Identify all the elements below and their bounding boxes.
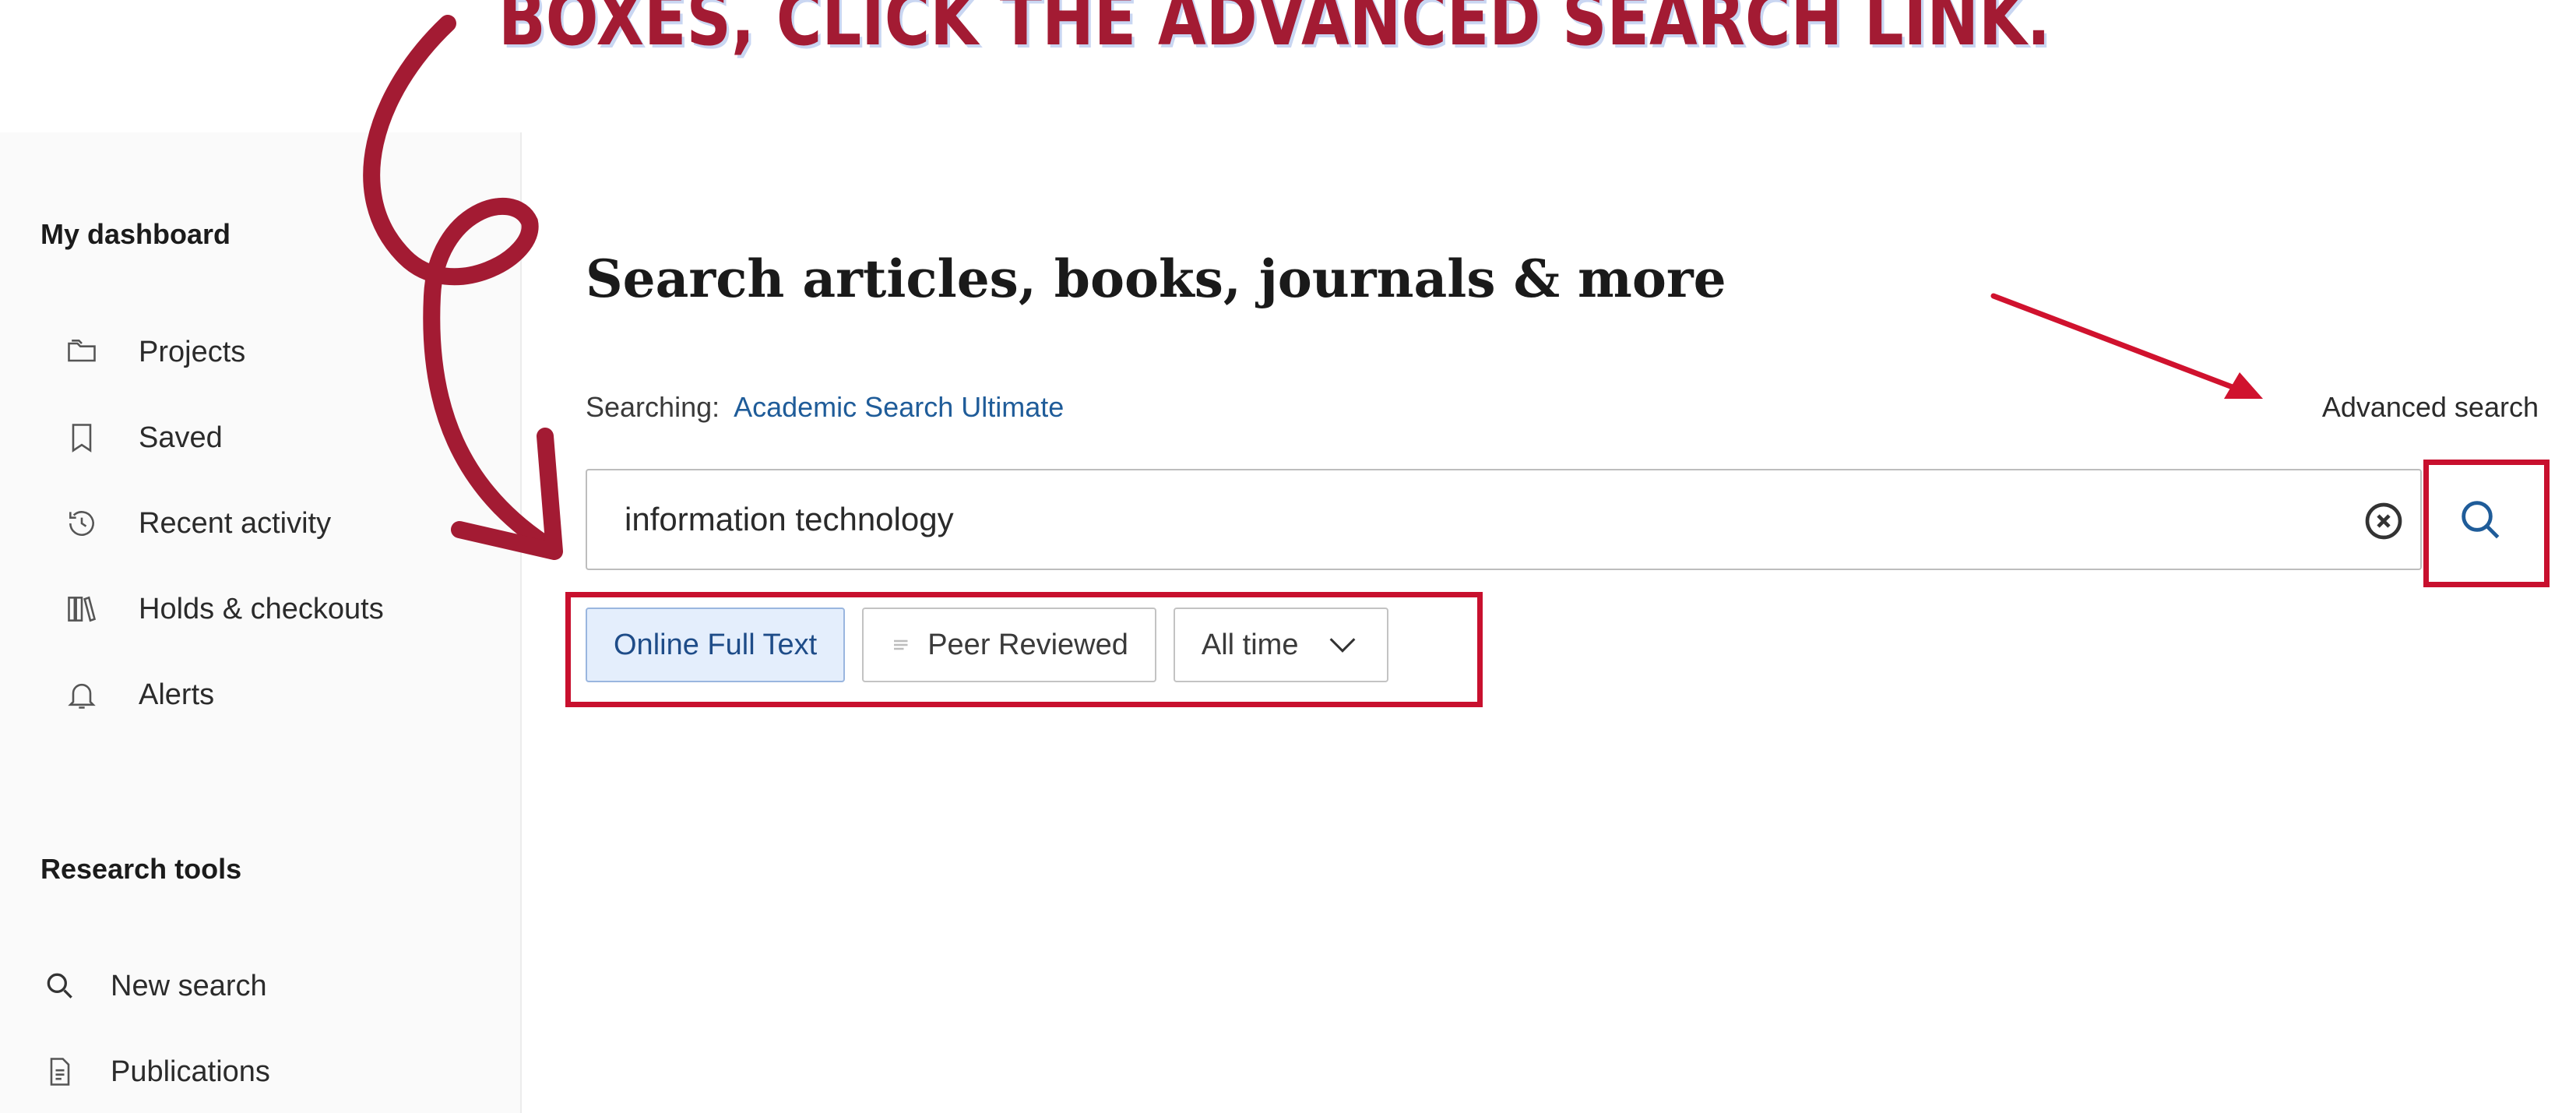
sidebar-item-new-search[interactable]: New search	[40, 963, 267, 1009]
searching-row: Searching: Academic Search Ultimate	[586, 391, 1064, 424]
chip-label: All time	[1201, 628, 1299, 661]
document-icon	[40, 1052, 79, 1091]
sidebar-item-label: Projects	[139, 335, 246, 368]
folder-icon	[62, 333, 101, 372]
sidebar-item-label: Publications	[111, 1055, 270, 1088]
chip-label: Online Full Text	[614, 628, 818, 661]
bookmark-icon	[62, 418, 101, 457]
peer-reviewed-filter[interactable]: Peer Reviewed	[862, 608, 1156, 682]
filter-chips: Online Full Text Peer Reviewed All time	[586, 608, 1389, 682]
history-icon	[62, 504, 101, 543]
sidebar-item-holds-checkouts[interactable]: Holds & checkouts	[62, 586, 384, 632]
library-books-icon	[62, 590, 101, 629]
sidebar-item-projects[interactable]: Projects	[62, 329, 245, 375]
sidebar-item-label: New search	[111, 969, 267, 1002]
date-range-dropdown[interactable]: All time	[1173, 608, 1389, 682]
database-link[interactable]: Academic Search Ultimate	[734, 391, 1064, 423]
search-icon	[2455, 495, 2505, 544]
search-button[interactable]	[2430, 469, 2531, 570]
instruction-banner: BOXES, CLICK THE ADVANCED SEARCH LINK.	[498, 0, 2051, 62]
search-input[interactable]	[623, 500, 2300, 539]
sidebar-item-label: Recent activity	[139, 506, 332, 540]
page-title: Search articles, books, journals & more	[586, 248, 1726, 309]
online-full-text-filter[interactable]: Online Full Text	[586, 608, 846, 682]
sidebar-item-saved[interactable]: Saved	[62, 414, 223, 461]
chevron-down-icon	[1325, 627, 1360, 663]
searching-label: Searching:	[586, 391, 720, 423]
sidebar: My dashboard Projects Saved Recent activ…	[0, 132, 520, 1113]
clear-icon	[2362, 499, 2405, 543]
sidebar-item-recent-activity[interactable]: Recent activity	[62, 500, 331, 547]
sidebar-item-alerts[interactable]: Alerts	[62, 671, 214, 718]
peer-reviewed-icon	[890, 633, 913, 657]
advanced-search-link[interactable]: Advanced search	[2322, 391, 2539, 424]
bell-icon	[62, 675, 101, 714]
sidebar-item-label: Saved	[139, 421, 223, 454]
search-box	[586, 469, 2422, 570]
search-icon	[40, 967, 79, 1006]
clear-search-button[interactable]	[2361, 498, 2406, 544]
dashboard-heading: My dashboard	[40, 218, 231, 250]
research-tools-heading: Research tools	[40, 853, 242, 885]
chip-label: Peer Reviewed	[927, 628, 1128, 661]
sidebar-item-publications[interactable]: Publications	[40, 1048, 270, 1095]
sidebar-item-label: Holds & checkouts	[139, 592, 384, 625]
sidebar-item-label: Alerts	[139, 678, 215, 711]
